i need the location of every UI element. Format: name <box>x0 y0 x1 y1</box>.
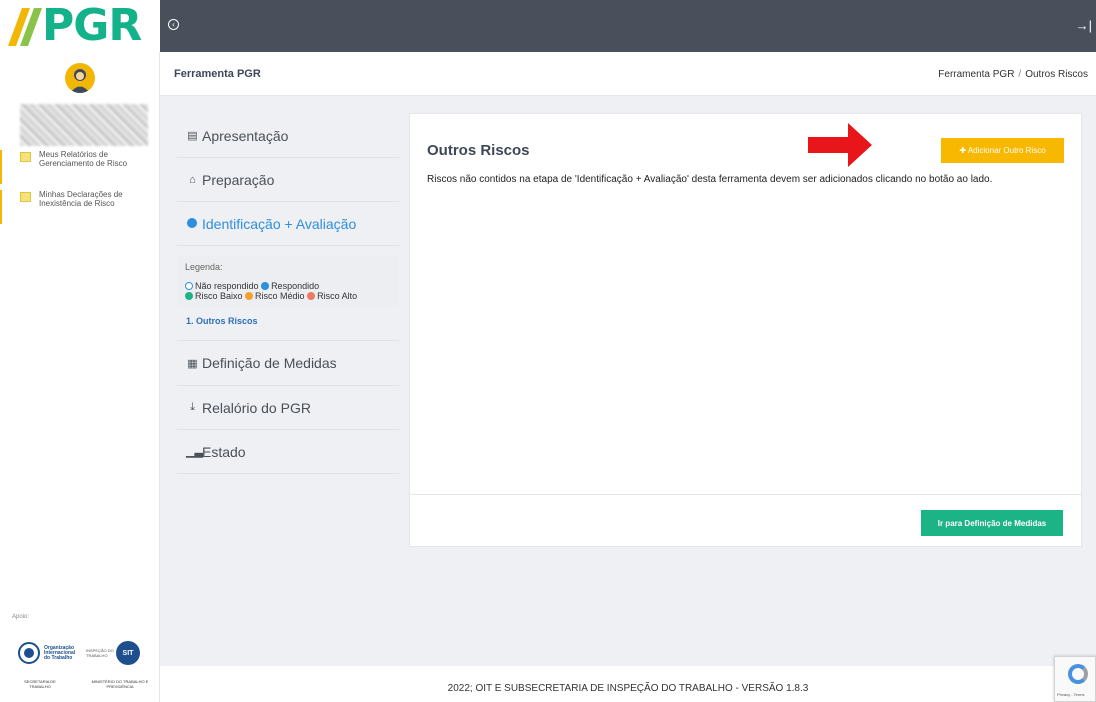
legend-row-status: Não respondido Respondido <box>185 281 391 291</box>
legend-risco-baixo: Risco Baixo <box>195 291 243 301</box>
avatar[interactable] <box>65 63 95 93</box>
recaptcha-text: Privacy - Terms <box>1057 692 1085 697</box>
download-icon: ⤓ <box>190 401 195 413</box>
check-circle-icon <box>186 217 199 230</box>
inspecao-label: INSPEÇÃO DO TRABALHO <box>86 648 114 658</box>
sidebar: PGR Meus Relatórios de Gerenciamento de … <box>0 0 160 702</box>
breadcrumb-separator: / <box>1018 69 1022 80</box>
page-header: Ferramenta PGR Ferramenta PGR / Outros Ris… <box>160 52 1096 96</box>
main-card: Outros Riscos ✚ Adicionar Outro Risco Ri… <box>409 113 1082 547</box>
legend-row-risk: Risco Baixo Risco Médio Risco Alto <box>185 291 391 301</box>
apoio-label: Apoio: <box>12 614 30 620</box>
user-avatar-icon <box>70 69 90 93</box>
nav-item-definicao[interactable]: ▦ Definição de Medidas <box>177 341 399 386</box>
sidebar-item-relatorios[interactable]: Meus Relatórios de Gerenciamento de Risc… <box>0 150 160 184</box>
nav-item-label: Apresentação <box>202 127 289 144</box>
legend-risco-alto: Risco Alto <box>317 291 358 301</box>
x-circle-icon <box>307 292 316 300</box>
gov-logos: SECRETARIA DE TRABALHO MINISTÉRIO DO TRA… <box>20 679 150 689</box>
card-description: Riscos não contidos na etapa de 'Identif… <box>427 174 993 185</box>
breadcrumb: Ferramenta PGR / Outros Riscos <box>938 69 1088 80</box>
legend-nao-respondido: Não respondido <box>195 281 259 291</box>
home-icon: ⌂ <box>189 173 196 186</box>
go-to-measures-button[interactable]: Ir para Definição de Medidas <box>921 510 1063 536</box>
logo-text: PGR <box>42 0 142 51</box>
legend-box: Legenda: Não respondido Respondido Risco… <box>177 255 399 307</box>
breadcrumb-item-ferramenta[interactable]: Ferramenta PGR <box>938 69 1014 80</box>
oit-logo-icon <box>18 642 40 664</box>
bar-chart-icon: ▁▃ <box>186 446 203 458</box>
secretaria-label: SECRETARIA DE TRABALHO <box>24 679 56 689</box>
sub-item-outros-riscos[interactable]: 1. Outros Riscos <box>177 307 399 341</box>
page-title: Ferramenta PGR <box>174 68 261 80</box>
ministerio-label: MINISTÉRIO DO TRABALHO E PREVIDÊNCIA <box>91 679 149 689</box>
sidebar-item-label: Meus Relatórios de Gerenciamento de Risc… <box>39 150 128 168</box>
card-title: Outros Riscos <box>427 142 530 159</box>
legend-risco-medio: Risco Médio <box>255 291 305 301</box>
nav-item-preparacao[interactable]: ⌂ Preparação <box>177 158 399 202</box>
check-circle-icon <box>261 282 270 290</box>
folder-icon <box>20 152 31 162</box>
nav-item-label: Preparação <box>202 171 275 188</box>
nav-item-apresentacao[interactable]: ▤ Apresentação <box>177 114 399 158</box>
nav-item-label: Definição de Medidas <box>202 355 337 371</box>
partner-logos: Organização Internacional do Trabalho IN… <box>18 640 150 666</box>
logout-icon[interactable]: →| <box>1076 18 1092 33</box>
nav-item-identificacao[interactable]: Identificação + Avaliação <box>177 202 399 246</box>
add-other-risk-button[interactable]: ✚ Adicionar Outro Risco <box>941 138 1064 163</box>
file-icon: ▤ <box>187 130 198 142</box>
user-info-blurred <box>20 104 148 146</box>
nav-item-estado[interactable]: ▁▃ Estado <box>177 430 399 474</box>
sidebar-item-declaracoes[interactable]: Minhas Declarações de Inexistência de Ri… <box>0 190 160 224</box>
legend-title: Legenda: <box>185 262 223 272</box>
collapse-sidebar-icon[interactable]: ‹ <box>168 19 179 30</box>
breadcrumb-item-current: Outros Riscos <box>1025 69 1088 80</box>
footer-text: 2022; OIT E SUBSECRETARIA DE INSPEÇÃO DO… <box>447 683 809 694</box>
nav-item-label: Identificação + Avaliação <box>202 215 357 232</box>
nav-item-relatorio[interactable]: ⤓ Relalório do PGR <box>177 386 399 430</box>
calendar-icon: ▦ <box>187 357 198 370</box>
folder-icon <box>20 192 31 202</box>
recaptcha-icon <box>1068 664 1088 684</box>
pgr-logo[interactable]: PGR <box>0 0 160 52</box>
card-divider <box>410 494 1081 495</box>
step-navigation: ▤ Apresentação ⌂ Preparação Identificaçã… <box>177 114 399 474</box>
legend-respondido: Respondido <box>271 281 320 291</box>
nav-item-label: Relalório do PGR <box>202 399 311 416</box>
red-arrow-icon <box>808 123 872 167</box>
footer: 2022; OIT E SUBSECRETARIA DE INSPEÇÃO DO… <box>160 666 1096 702</box>
warning-circle-icon <box>245 292 254 300</box>
nav-item-label: Estado <box>202 443 246 460</box>
recaptcha-badge[interactable]: Privacy - Terms <box>1054 656 1096 702</box>
sidebar-item-label: Minhas Declarações de Inexistência de Ri… <box>39 190 123 208</box>
oit-label: Organização Internacional do Trabalho <box>44 644 76 661</box>
topbar: ‹ →| <box>160 0 1096 52</box>
check-circle-icon <box>185 292 193 300</box>
circle-outline-icon <box>185 282 193 290</box>
sit-logo: SIT <box>116 641 140 665</box>
logo-slashes-icon <box>8 8 42 46</box>
